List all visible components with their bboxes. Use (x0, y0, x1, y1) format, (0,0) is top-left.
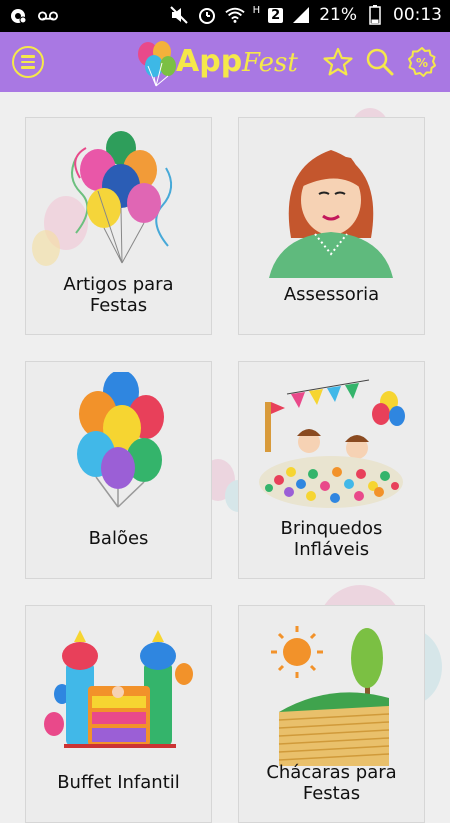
logo-fest-text: Fest (242, 48, 298, 78)
ball-pit-kids-icon (259, 379, 405, 508)
wifi-icon (224, 5, 245, 25)
category-label: Assessoria (283, 284, 380, 305)
network-type: H (252, 5, 261, 16)
balloons-bunch-icon (32, 131, 173, 266)
battery-percent: 21% (319, 5, 357, 25)
menu-button[interactable] (12, 46, 44, 78)
category-card-assessoria[interactable]: Assessoria (238, 117, 425, 335)
category-label: Balões (88, 528, 149, 549)
category-label: Artigos para Festas (63, 274, 174, 316)
app-logo: App Fest (134, 36, 324, 88)
discount-symbol: % (416, 56, 428, 70)
voicemail-icon (38, 6, 58, 26)
menu-icon (21, 55, 35, 58)
category-label: Chácaras para Festas (266, 762, 397, 804)
category-label: Buffet Infantil (57, 772, 180, 793)
category-grid: Artigos para Festas Assessoria Balões Br… (0, 92, 450, 823)
status-bar: H 2 21% 00:13 (0, 0, 450, 32)
signal-icon (291, 5, 311, 25)
category-card-artigos-para-festas[interactable]: Artigos para Festas (25, 117, 212, 335)
star-icon (323, 47, 353, 76)
category-card-brinquedos-infaveis[interactable]: Brinquedos Infláveis (238, 361, 425, 579)
category-label: Brinquedos Infláveis (280, 518, 383, 560)
clock: 00:13 (393, 5, 442, 25)
logo-balloons-icon (138, 41, 176, 87)
battery-icon (365, 5, 385, 25)
logo-app-text: App (176, 44, 243, 79)
discount-button[interactable]: % (406, 46, 438, 78)
bouncy-castle-icon (44, 630, 193, 748)
sim-slot-badge: 2 (268, 7, 284, 23)
category-card-baloes[interactable]: Balões (25, 361, 212, 579)
search-button[interactable] (364, 46, 396, 78)
discount-badge-icon: % (408, 47, 436, 77)
colored-balloons-icon (77, 372, 164, 508)
category-card-chacaras-para-festas[interactable]: Chácaras para Festas (238, 605, 425, 823)
search-icon (366, 48, 394, 76)
app-bar: App Fest % (0, 32, 450, 92)
favorites-button[interactable] (322, 46, 354, 78)
countryside-farm-icon (271, 626, 390, 766)
category-card-buffet-infantil[interactable]: Buffet Infantil (25, 605, 212, 823)
messenger-icon (8, 6, 28, 26)
alarm-icon (197, 5, 217, 25)
mute-icon (169, 5, 189, 25)
woman-avatar-icon (269, 150, 393, 278)
